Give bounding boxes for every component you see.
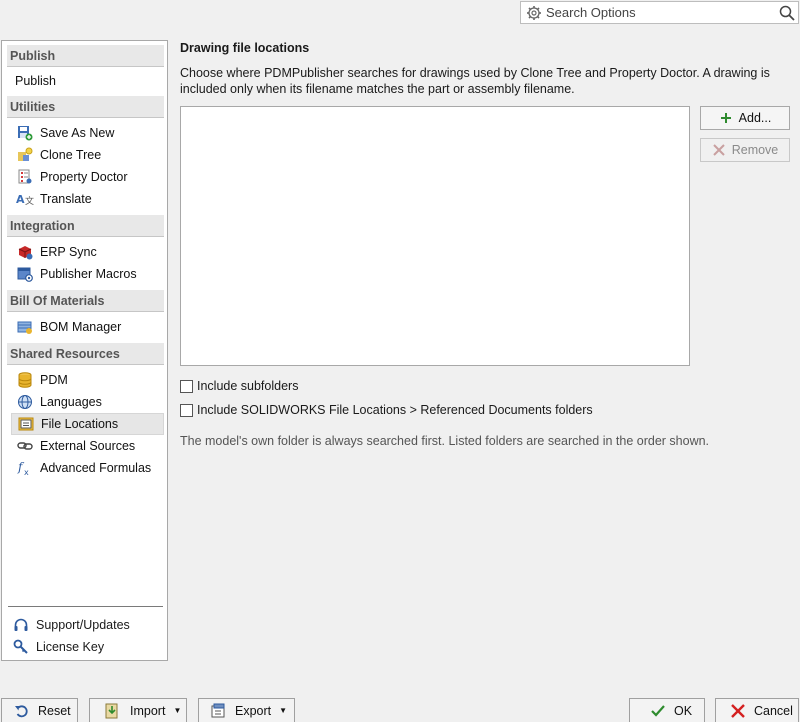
ok-button-label: OK bbox=[674, 703, 693, 718]
publisher-macros-icon bbox=[16, 265, 34, 283]
export-button-label: Export bbox=[235, 703, 272, 718]
sidebar-item-label: BOM Manager bbox=[40, 320, 122, 334]
sidebar-item-label: Languages bbox=[40, 395, 102, 409]
sidebar-item-publisher-macros[interactable]: Publisher Macros bbox=[11, 263, 164, 285]
export-button[interactable]: Export ▼ bbox=[198, 698, 295, 722]
sidebar-item-label: Save As New bbox=[40, 126, 115, 140]
sidebar-item-label: Publisher Macros bbox=[40, 267, 137, 281]
sidebar-item-advanced-formulas[interactable]: fx Advanced Formulas bbox=[11, 457, 164, 479]
sidebar-item-translate[interactable]: A文 Translate bbox=[11, 188, 164, 210]
search-options-box[interactable] bbox=[520, 1, 799, 24]
include-subfolders-checkbox[interactable] bbox=[180, 379, 193, 393]
sidebar-item-label: External Sources bbox=[40, 439, 136, 453]
export-icon bbox=[211, 703, 227, 719]
content-panel: Drawing file locations Choose where PDMP… bbox=[168, 34, 800, 661]
sidebar-item-label: PDM bbox=[40, 373, 68, 387]
clone-tree-icon bbox=[16, 146, 34, 164]
sidebar-item-file-locations[interactable]: File Locations bbox=[11, 413, 164, 435]
svg-text:文: 文 bbox=[25, 195, 34, 207]
sidebar-item-label: Translate bbox=[40, 192, 92, 206]
sidebar-item-label: Clone Tree bbox=[40, 148, 102, 162]
bom-manager-icon bbox=[16, 318, 34, 336]
chevron-down-icon: ▼ bbox=[279, 706, 288, 715]
sidebar-item-clone-tree[interactable]: Clone Tree bbox=[11, 144, 164, 166]
top-bar bbox=[0, 0, 800, 34]
sidebar-item-support-updates[interactable]: Support/Updates bbox=[10, 614, 164, 636]
remove-button-label: Remove bbox=[731, 143, 779, 157]
section-header-integration: Integration bbox=[7, 215, 164, 237]
reset-icon bbox=[14, 703, 30, 719]
section-header-bill-of-materials: Bill Of Materials bbox=[7, 290, 164, 312]
globe-icon bbox=[16, 393, 34, 411]
import-icon bbox=[104, 703, 120, 719]
page-title: Drawing file locations bbox=[180, 41, 310, 55]
section-header-utilities: Utilities bbox=[7, 96, 164, 118]
import-button-label: Import bbox=[130, 703, 166, 718]
gear-icon bbox=[524, 3, 544, 23]
sidebar-item-property-doctor[interactable]: Property Doctor bbox=[11, 166, 164, 188]
sidebar-item-pdm[interactable]: PDM bbox=[11, 369, 164, 391]
include-refdocs-label: Include SOLIDWORKS File Locations > Refe… bbox=[197, 403, 593, 417]
chevron-down-icon: ▼ bbox=[173, 706, 182, 715]
sidebar-item-license-key[interactable]: License Key bbox=[10, 636, 164, 658]
checkmark-icon bbox=[650, 703, 666, 719]
ok-button[interactable]: OK bbox=[629, 698, 705, 722]
search-icon[interactable] bbox=[776, 2, 798, 24]
remove-location-button[interactable]: Remove bbox=[700, 138, 790, 162]
include-refdocs-row[interactable]: Include SOLIDWORKS File Locations > Refe… bbox=[180, 403, 593, 417]
add-button-label: Add... bbox=[738, 111, 772, 125]
fx-icon: fx bbox=[16, 459, 34, 477]
sidebar-item-publish[interactable]: Publish bbox=[15, 70, 168, 92]
key-icon bbox=[12, 638, 30, 656]
sidebar-item-label: File Locations bbox=[41, 417, 119, 431]
sidebar-item-languages[interactable]: Languages bbox=[11, 391, 164, 413]
add-location-button[interactable]: Add... bbox=[700, 106, 790, 130]
property-doctor-icon bbox=[16, 168, 34, 186]
cancel-button-label: Cancel bbox=[754, 703, 793, 718]
include-subfolders-label: Include subfolders bbox=[197, 379, 299, 393]
include-refdocs-checkbox[interactable] bbox=[180, 403, 193, 417]
cancel-button[interactable]: Cancel bbox=[715, 698, 799, 722]
drawing-locations-list[interactable] bbox=[180, 106, 690, 366]
import-button[interactable]: Import ▼ bbox=[89, 698, 187, 722]
search-input[interactable] bbox=[544, 5, 776, 20]
sidebar: Publish Publish Utilities Save As New Cl… bbox=[1, 40, 168, 661]
sidebar-item-label: Advanced Formulas bbox=[40, 461, 152, 475]
sidebar-item-label: License Key bbox=[36, 640, 105, 654]
headset-icon bbox=[12, 616, 30, 634]
erp-sync-icon bbox=[16, 243, 34, 261]
reset-button[interactable]: Reset bbox=[1, 698, 78, 722]
sidebar-item-label: Support/Updates bbox=[36, 618, 130, 632]
page-description: Choose where PDMPublisher searches for d… bbox=[180, 66, 770, 96]
bottom-bar: Reset Import ▼ Export ▼ OK Cancel bbox=[0, 661, 800, 722]
plus-icon bbox=[719, 111, 733, 125]
link-icon bbox=[16, 437, 34, 455]
search-order-note: The model's own folder is always searche… bbox=[180, 434, 710, 448]
reset-button-label: Reset bbox=[38, 703, 71, 718]
section-header-publish: Publish bbox=[7, 45, 164, 67]
section-header-shared-resources: Shared Resources bbox=[7, 343, 164, 365]
translate-icon: A文 bbox=[16, 190, 34, 208]
sidebar-item-label: ERP Sync bbox=[40, 245, 97, 259]
save-as-new-icon bbox=[16, 124, 34, 142]
sidebar-item-label: Property Doctor bbox=[40, 170, 128, 184]
sidebar-divider bbox=[8, 606, 163, 607]
sidebar-item-external-sources[interactable]: External Sources bbox=[11, 435, 164, 457]
sidebar-item-bom-manager[interactable]: BOM Manager bbox=[11, 316, 164, 338]
sidebar-item-erp-sync[interactable]: ERP Sync bbox=[11, 241, 164, 263]
sidebar-item-label: Publish bbox=[15, 74, 56, 88]
pdm-database-icon bbox=[16, 371, 34, 389]
folder-locations-icon bbox=[17, 415, 35, 433]
svg-text:x: x bbox=[24, 468, 29, 476]
remove-x-icon bbox=[712, 143, 726, 157]
include-subfolders-row[interactable]: Include subfolders bbox=[180, 379, 298, 393]
close-icon bbox=[730, 703, 746, 719]
sidebar-item-save-as-new[interactable]: Save As New bbox=[11, 122, 164, 144]
svg-text:A: A bbox=[16, 193, 25, 206]
